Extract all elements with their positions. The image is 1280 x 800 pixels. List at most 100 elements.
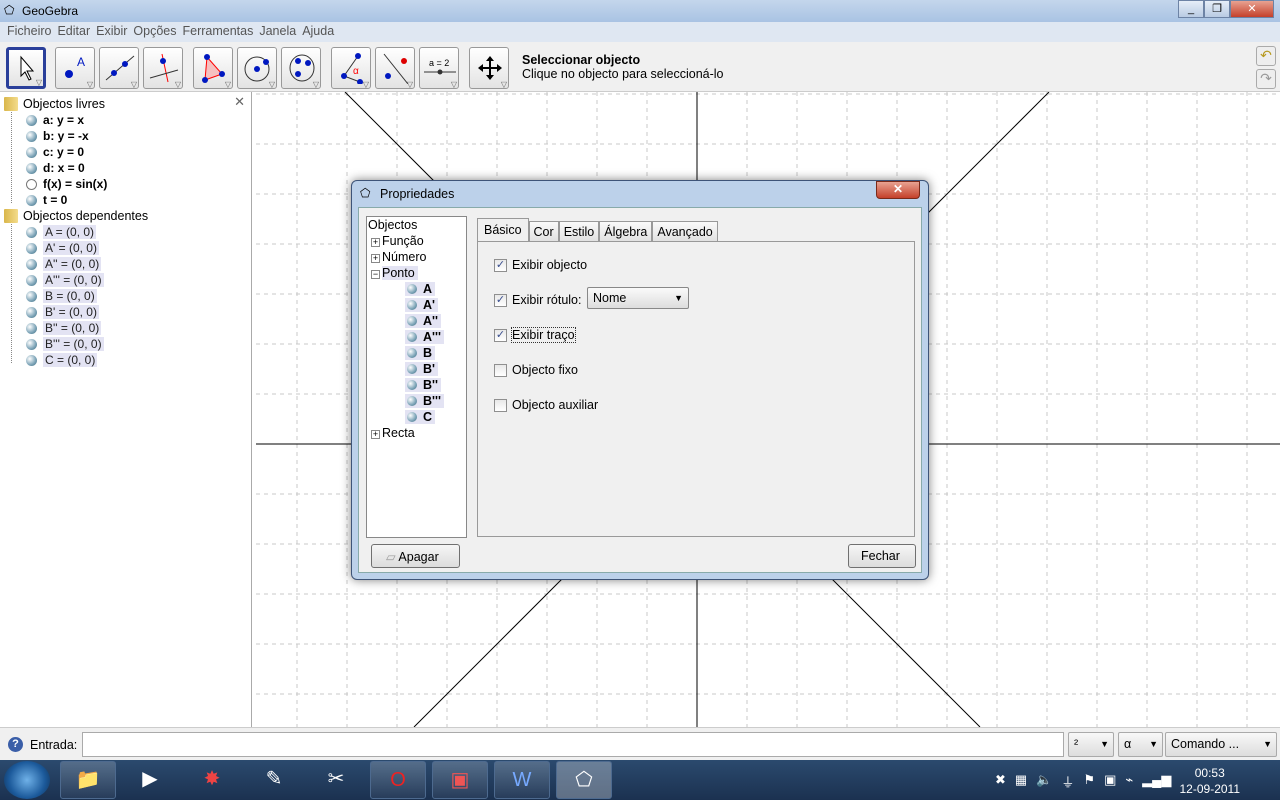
visibility-dot-icon[interactable] <box>26 258 37 270</box>
circle-tool[interactable] <box>237 47 277 89</box>
perpendicular-line-tool[interactable] <box>143 47 183 89</box>
slider-tool[interactable]: a = 2 <box>419 47 459 89</box>
algebra-item[interactable]: A'' = (0, 0) <box>12 256 102 272</box>
move-view-tool[interactable] <box>469 47 509 89</box>
visibility-dot-icon[interactable] <box>26 322 37 334</box>
tree-point[interactable]: A'' <box>405 314 441 328</box>
taskbar-opera[interactable]: O <box>370 761 426 799</box>
input-field[interactable] <box>82 732 1064 757</box>
taskbar-media[interactable]: ▶ <box>122 761 178 799</box>
tree-point[interactable]: B''' <box>405 394 444 408</box>
show-label-checkbox[interactable]: ✓ Exibir rótulo: <box>494 293 581 307</box>
polygon-tool[interactable] <box>193 47 233 89</box>
folder-free-objects[interactable]: Objectos livres <box>4 96 105 112</box>
dialog-close-button[interactable]: ✕ <box>876 181 920 199</box>
algebra-item[interactable]: A''' = (0, 0) <box>12 272 104 288</box>
tree-point[interactable]: B'' <box>405 378 441 392</box>
tree-node-funcao[interactable]: + Função <box>371 234 424 248</box>
tree-point[interactable]: A' <box>405 298 438 312</box>
tree-root[interactable]: Objectos <box>368 218 417 232</box>
clock[interactable]: 00:53 12-09-2011 <box>1180 765 1241 797</box>
start-button[interactable] <box>4 761 50 799</box>
tab-basico[interactable]: Básico <box>477 218 529 242</box>
visibility-dot-icon[interactable] <box>26 290 37 302</box>
network-icon[interactable]: ▣ <box>1104 772 1116 791</box>
algebra-item[interactable]: f(x) = sin(x) <box>12 176 107 192</box>
tree-node-ponto[interactable]: − Ponto <box>371 266 418 280</box>
label-mode-select[interactable]: Nome <box>587 287 689 309</box>
algebra-item[interactable]: c: y = 0 <box>12 144 84 160</box>
tab-algebra[interactable]: Álgebra <box>599 221 653 241</box>
undo-icon[interactable]: ↶ <box>1256 46 1276 66</box>
taskbar-app[interactable]: ✎ <box>246 761 302 799</box>
expand-icon[interactable]: + <box>371 254 380 263</box>
menu-exibir[interactable]: Exibir <box>93 22 130 42</box>
tree-point[interactable]: B <box>405 346 436 360</box>
visibility-dot-icon[interactable] <box>26 146 37 158</box>
visibility-dot-icon[interactable] <box>26 130 37 142</box>
taskbar-app[interactable]: ✂ <box>308 761 364 799</box>
tab-avancado[interactable]: Avançado <box>652 221 718 241</box>
signal-icon[interactable]: ▂▄▆ <box>1142 772 1171 791</box>
show-trace-checkbox[interactable]: ✓ Exibir traço <box>494 327 576 343</box>
algebra-item[interactable]: b: y = -x <box>12 128 89 144</box>
minimize-button[interactable]: _ <box>1178 0 1204 18</box>
algebra-item[interactable]: B'' = (0, 0) <box>12 320 102 336</box>
redo-icon[interactable]: ↷ <box>1256 69 1276 89</box>
help-icon[interactable]: ? <box>8 737 23 752</box>
algebra-item[interactable]: d: x = 0 <box>12 160 85 176</box>
visibility-dot-icon[interactable] <box>26 354 37 366</box>
superscript-select[interactable]: ² <box>1068 732 1114 757</box>
angle-tool[interactable]: α <box>331 47 371 89</box>
algebra-item[interactable]: t = 0 <box>12 192 67 208</box>
menu-ficheiro[interactable]: Ficheiro <box>4 22 54 42</box>
menu-ajuda[interactable]: Ajuda <box>299 22 337 42</box>
point-tool[interactable]: A <box>55 47 95 89</box>
algebra-item[interactable]: C = (0, 0) <box>12 352 98 368</box>
greek-select[interactable]: α <box>1118 732 1163 757</box>
tree-node-recta[interactable]: + Recta <box>371 426 415 440</box>
taskbar-app[interactable]: ✸ <box>184 761 240 799</box>
tab-cor[interactable]: Cor <box>528 221 559 241</box>
tab-estilo[interactable]: Estilo <box>558 221 600 241</box>
visibility-dot-icon[interactable] <box>26 338 37 350</box>
folder-dependent-objects[interactable]: Objectos dependentes <box>4 208 148 224</box>
algebra-item[interactable]: B''' = (0, 0) <box>12 336 104 352</box>
command-select[interactable]: Comando ... <box>1165 732 1277 757</box>
tree-point[interactable]: A''' <box>405 330 444 344</box>
antivirus-icon[interactable]: ▦ <box>1015 772 1027 791</box>
visibility-dot-icon[interactable] <box>26 162 37 174</box>
delete-button[interactable]: ▱ Apagar <box>371 544 460 568</box>
volume-icon[interactable]: 🔈 <box>1036 772 1052 791</box>
tree-point[interactable]: B' <box>405 362 438 376</box>
power-icon[interactable]: ⌁ <box>1125 772 1133 791</box>
tree-point[interactable]: C <box>405 410 436 424</box>
conic-tool[interactable] <box>281 47 321 89</box>
algebra-item[interactable]: a: y = x <box>12 112 84 128</box>
show-object-checkbox[interactable]: ✓ Exibir objecto <box>494 258 587 272</box>
taskbar-powerpoint[interactable]: ▣ <box>432 761 488 799</box>
close-button[interactable]: ✕ <box>1230 0 1274 18</box>
menu-editar[interactable]: Editar <box>54 22 93 42</box>
hidden-dot-icon[interactable] <box>26 178 37 190</box>
usb-icon[interactable]: ⏚ <box>1061 772 1074 791</box>
menu-janela[interactable]: Janela <box>256 22 299 42</box>
fix-object-checkbox[interactable]: Objecto fixo <box>494 363 578 377</box>
tree-node-numero[interactable]: + Número <box>371 250 426 264</box>
algebra-item[interactable]: A' = (0, 0) <box>12 240 99 256</box>
algebra-item[interactable]: B = (0, 0) <box>12 288 97 304</box>
algebra-item[interactable]: B' = (0, 0) <box>12 304 99 320</box>
visibility-dot-icon[interactable] <box>26 194 37 206</box>
tree-point[interactable]: A <box>405 282 436 296</box>
visibility-dot-icon[interactable] <box>26 306 37 318</box>
flag-icon[interactable]: ⚑ <box>1083 772 1095 791</box>
move-tool[interactable] <box>6 47 46 89</box>
line-tool[interactable] <box>99 47 139 89</box>
taskbar-geogebra[interactable]: ⬠ <box>556 761 612 799</box>
maximize-button[interactable]: ❐ <box>1204 0 1230 18</box>
algebra-item[interactable]: A = (0, 0) <box>12 224 97 240</box>
close-x-icon[interactable]: ✖ <box>995 772 1006 791</box>
menu-ferramentas[interactable]: Ferramentas <box>179 22 256 42</box>
taskbar-explorer[interactable]: 📁 <box>60 761 116 799</box>
auxiliary-object-checkbox[interactable]: Objecto auxiliar <box>494 398 598 412</box>
